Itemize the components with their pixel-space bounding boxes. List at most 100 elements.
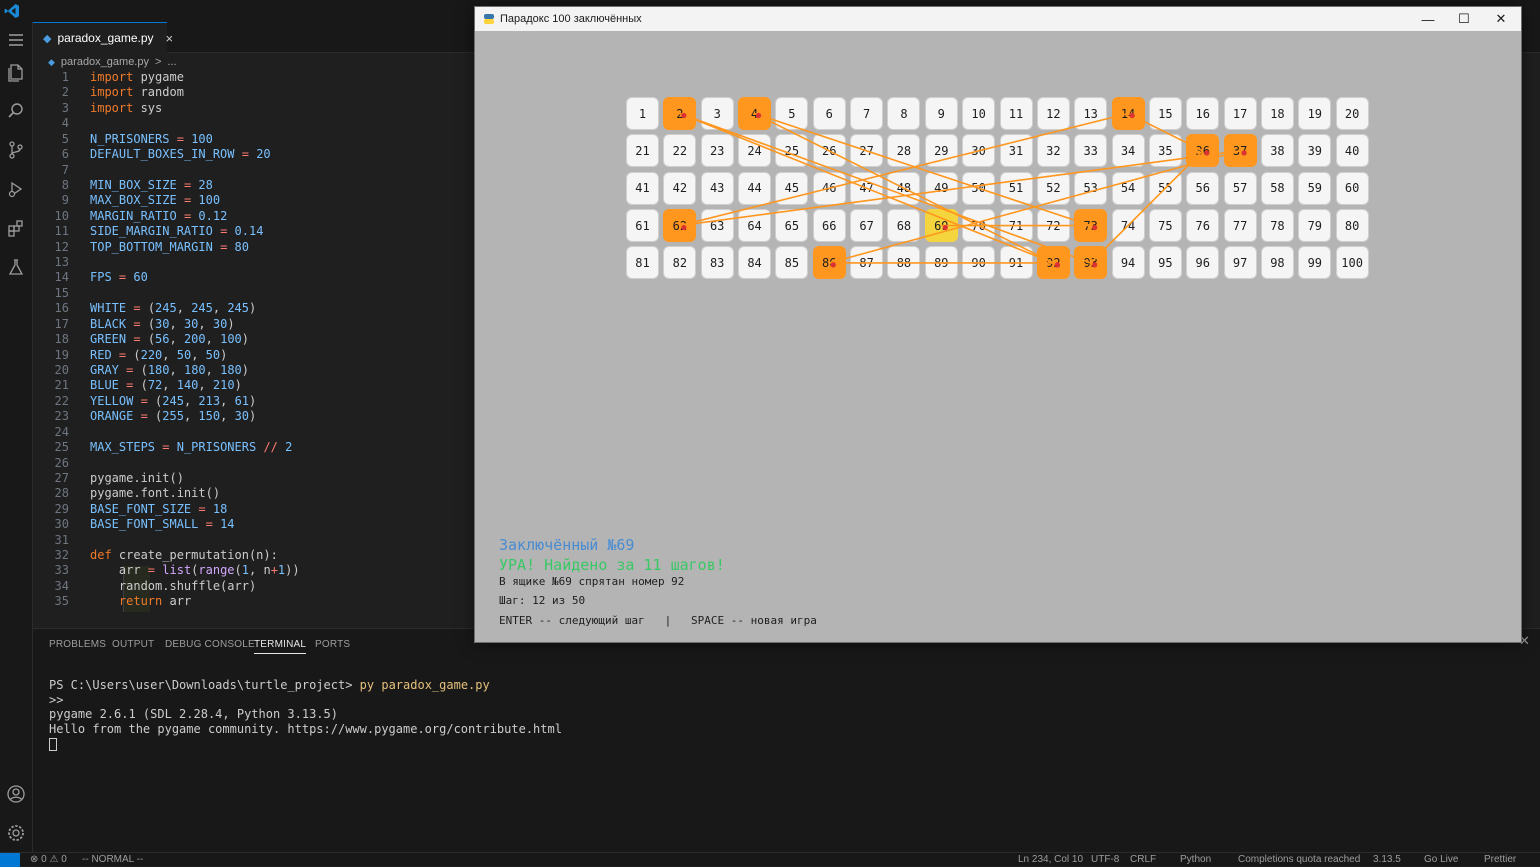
box-62[interactable]: 62 [663, 209, 697, 243]
code-line[interactable]: 3 import sys [33, 101, 475, 116]
box-59[interactable]: 59 [1298, 171, 1332, 205]
box-56[interactable]: 56 [1186, 171, 1220, 205]
box-26[interactable]: 26 [812, 134, 846, 168]
code-line[interactable]: 17 BLACK = (30, 30, 30) [33, 317, 475, 332]
box-45[interactable]: 45 [775, 171, 809, 205]
box-87[interactable]: 87 [850, 246, 884, 280]
box-94[interactable]: 94 [1111, 246, 1145, 280]
code-line[interactable]: 15 [33, 286, 475, 301]
box-15[interactable]: 15 [1148, 97, 1182, 130]
breadcrumb-more[interactable]: ... [167, 56, 176, 68]
box-17[interactable]: 17 [1223, 97, 1257, 130]
box-28[interactable]: 28 [887, 134, 921, 168]
box-14[interactable]: 14 [1111, 97, 1145, 130]
code-line[interactable]: 24 [33, 425, 475, 440]
panel-tab-ports[interactable]: PORTS [315, 639, 350, 650]
remote-indicator[interactable] [0, 853, 20, 867]
box-95[interactable]: 95 [1148, 246, 1182, 280]
box-48[interactable]: 48 [887, 171, 921, 205]
box-77[interactable]: 77 [1223, 209, 1257, 243]
box-74[interactable]: 74 [1111, 209, 1145, 243]
box-24[interactable]: 24 [738, 134, 772, 168]
code-line[interactable]: 27 pygame.init() [33, 471, 475, 486]
box-98[interactable]: 98 [1260, 246, 1294, 280]
box-54[interactable]: 54 [1111, 171, 1145, 205]
box-68[interactable]: 68 [887, 209, 921, 243]
box-61[interactable]: 61 [626, 209, 659, 243]
code-line[interactable]: 6 DEFAULT_BOXES_IN_ROW = 20 [33, 147, 475, 162]
game-canvas[interactable]: 1 2 3 4 5 6 7 8 9 10 11 12 13 14 15 16 17 18 19 20 21 22 23 24 2… [475, 31, 1521, 643]
box-55[interactable]: 55 [1148, 171, 1182, 205]
box-8[interactable]: 8 [887, 97, 921, 130]
box-25[interactable]: 25 [775, 134, 809, 168]
line-ending[interactable]: CRLF [1130, 854, 1156, 865]
code-line[interactable]: 28 pygame.font.init() [33, 486, 475, 501]
box-49[interactable]: 49 [924, 171, 958, 205]
box-31[interactable]: 31 [999, 134, 1033, 168]
box-88[interactable]: 88 [887, 246, 921, 280]
box-1[interactable]: 1 [626, 97, 659, 130]
panel-tab-terminal[interactable]: TERMINAL [254, 639, 307, 654]
box-42[interactable]: 42 [663, 171, 697, 205]
box-32[interactable]: 32 [1036, 134, 1070, 168]
panel-tab-problems[interactable]: PROBLEMS [49, 639, 106, 650]
box-7[interactable]: 7 [850, 97, 884, 130]
box-38[interactable]: 38 [1260, 134, 1294, 168]
box-52[interactable]: 52 [1036, 171, 1070, 205]
box-12[interactable]: 12 [1036, 97, 1070, 130]
box-4[interactable]: 4 [738, 97, 772, 130]
code-line[interactable]: 34 random.shuffle(arr) [33, 579, 475, 594]
code-line[interactable]: 19 RED = (220, 50, 50) [33, 348, 475, 363]
box-10[interactable]: 10 [962, 97, 996, 130]
box-99[interactable]: 99 [1298, 246, 1332, 280]
box-2[interactable]: 2 [663, 97, 697, 130]
menu-icon[interactable] [4, 28, 28, 52]
code-line[interactable]: 4 [33, 116, 475, 131]
explorer-icon[interactable] [4, 60, 28, 84]
box-90[interactable]: 90 [962, 246, 996, 280]
box-19[interactable]: 19 [1298, 97, 1332, 130]
box-71[interactable]: 71 [999, 209, 1033, 243]
cursor-position[interactable]: Ln 234, Col 10 [1018, 854, 1083, 865]
box-72[interactable]: 72 [1036, 209, 1070, 243]
copilot-quota[interactable]: Completions quota reached [1238, 854, 1360, 865]
run-debug-icon[interactable] [4, 177, 28, 201]
box-70[interactable]: 70 [962, 209, 996, 243]
tab-close-icon[interactable]: × [166, 31, 174, 46]
box-66[interactable]: 66 [812, 209, 846, 243]
box-16[interactable]: 16 [1186, 97, 1220, 130]
breadcrumb-file[interactable]: paradox_game.py [61, 56, 149, 68]
code-line[interactable]: 22 YELLOW = (245, 213, 61) [33, 394, 475, 409]
box-81[interactable]: 81 [626, 246, 659, 280]
box-79[interactable]: 79 [1298, 209, 1332, 243]
box-93[interactable]: 93 [1074, 246, 1108, 280]
prettier[interactable]: Prettier [1484, 854, 1516, 865]
box-47[interactable]: 47 [850, 171, 884, 205]
box-3[interactable]: 3 [700, 97, 734, 130]
box-100[interactable]: 100 [1335, 246, 1369, 280]
code-line[interactable]: 33 arr = list(range(1, n+1)) [33, 563, 475, 578]
box-40[interactable]: 40 [1335, 134, 1369, 168]
box-20[interactable]: 20 [1335, 97, 1369, 130]
box-23[interactable]: 23 [700, 134, 734, 168]
box-69[interactable]: 69 [924, 209, 958, 243]
code-line[interactable]: 2 import random [33, 85, 475, 100]
box-50[interactable]: 50 [962, 171, 996, 205]
code-line[interactable]: 5 N_PRISONERS = 100 [33, 132, 475, 147]
box-5[interactable]: 5 [775, 97, 809, 130]
box-29[interactable]: 29 [924, 134, 958, 168]
problems-indicator[interactable]: ⊗ 0 ⚠ 0 [30, 854, 67, 865]
box-67[interactable]: 67 [850, 209, 884, 243]
code-line[interactable]: 35 return arr [33, 594, 475, 609]
box-58[interactable]: 58 [1260, 171, 1294, 205]
box-63[interactable]: 63 [700, 209, 734, 243]
box-46[interactable]: 46 [812, 171, 846, 205]
box-9[interactable]: 9 [924, 97, 958, 130]
code-line[interactable]: 30 BASE_FONT_SMALL = 14 [33, 517, 475, 532]
go-live[interactable]: Go Live [1424, 854, 1458, 865]
box-44[interactable]: 44 [738, 171, 772, 205]
box-96[interactable]: 96 [1186, 246, 1220, 280]
box-30[interactable]: 30 [962, 134, 996, 168]
box-6[interactable]: 6 [812, 97, 846, 130]
account-icon[interactable] [4, 782, 28, 806]
